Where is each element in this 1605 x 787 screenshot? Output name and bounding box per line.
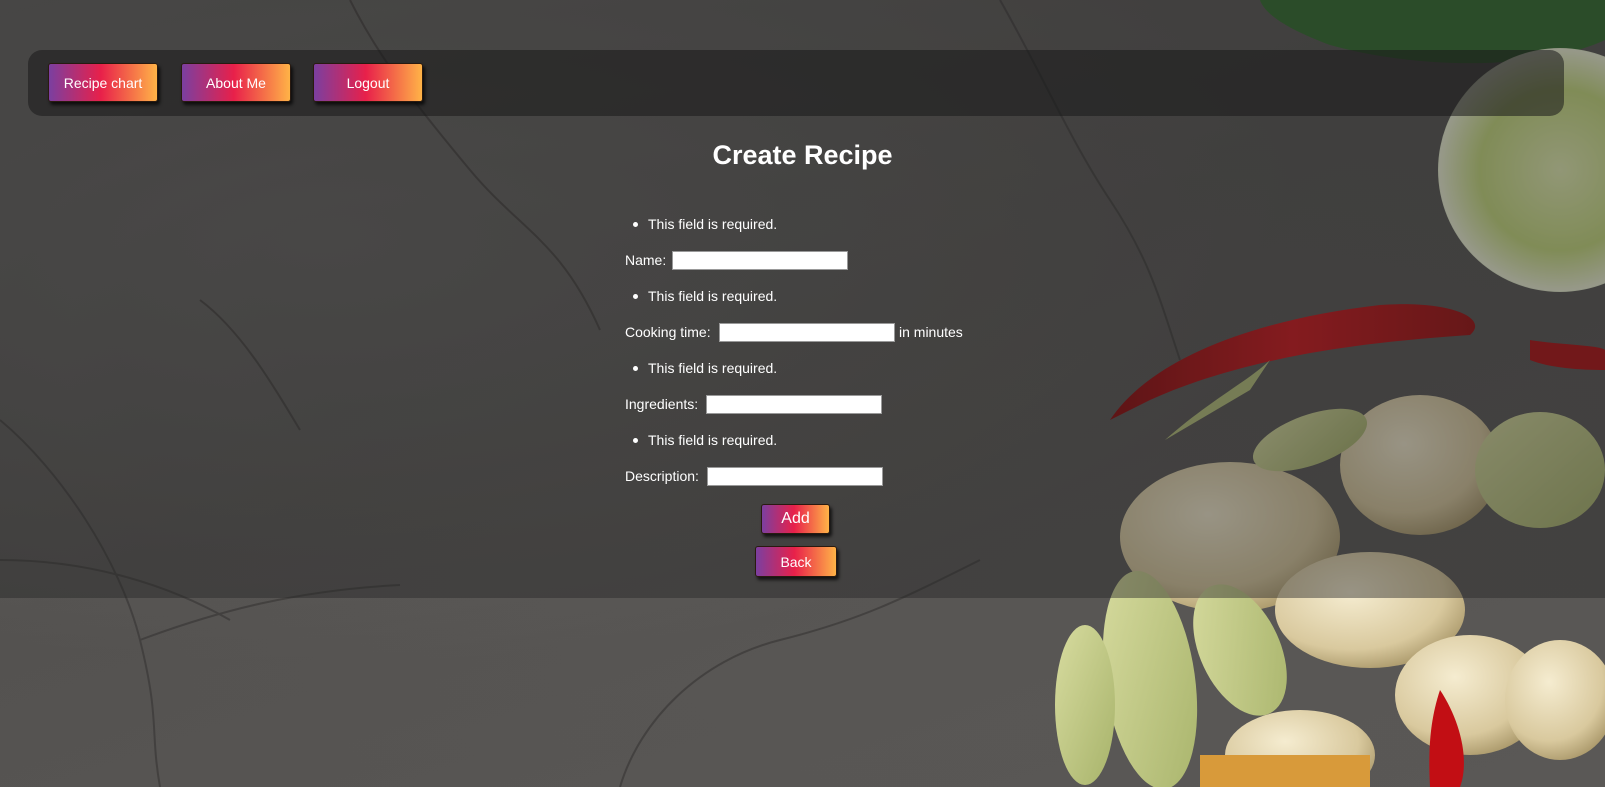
description-input[interactable] bbox=[707, 467, 883, 486]
name-label: Name: bbox=[625, 252, 667, 268]
ingredients-error: This field is required. bbox=[632, 360, 778, 376]
cooking-time-input[interactable] bbox=[719, 323, 895, 342]
page-title: Create Recipe bbox=[712, 140, 893, 170]
name-error: This field is required. bbox=[632, 216, 778, 232]
name-input[interactable] bbox=[672, 251, 848, 270]
ingredients-input[interactable] bbox=[706, 395, 882, 414]
description-label: Description: bbox=[625, 468, 699, 484]
cooking-time-suffix: in minutes bbox=[899, 324, 963, 340]
back-button[interactable]: Back bbox=[755, 546, 837, 577]
logout-button[interactable]: Logout bbox=[313, 63, 423, 102]
add-button[interactable]: Add bbox=[761, 504, 830, 534]
about-me-button[interactable]: About Me bbox=[181, 63, 291, 102]
ingredients-label: Ingredients: bbox=[625, 396, 699, 412]
recipe-chart-button[interactable]: Recipe chart bbox=[48, 63, 158, 102]
description-error: This field is required. bbox=[632, 432, 778, 448]
cooking-time-label: Cooking time: bbox=[625, 324, 711, 340]
cooking-time-error: This field is required. bbox=[632, 288, 778, 304]
